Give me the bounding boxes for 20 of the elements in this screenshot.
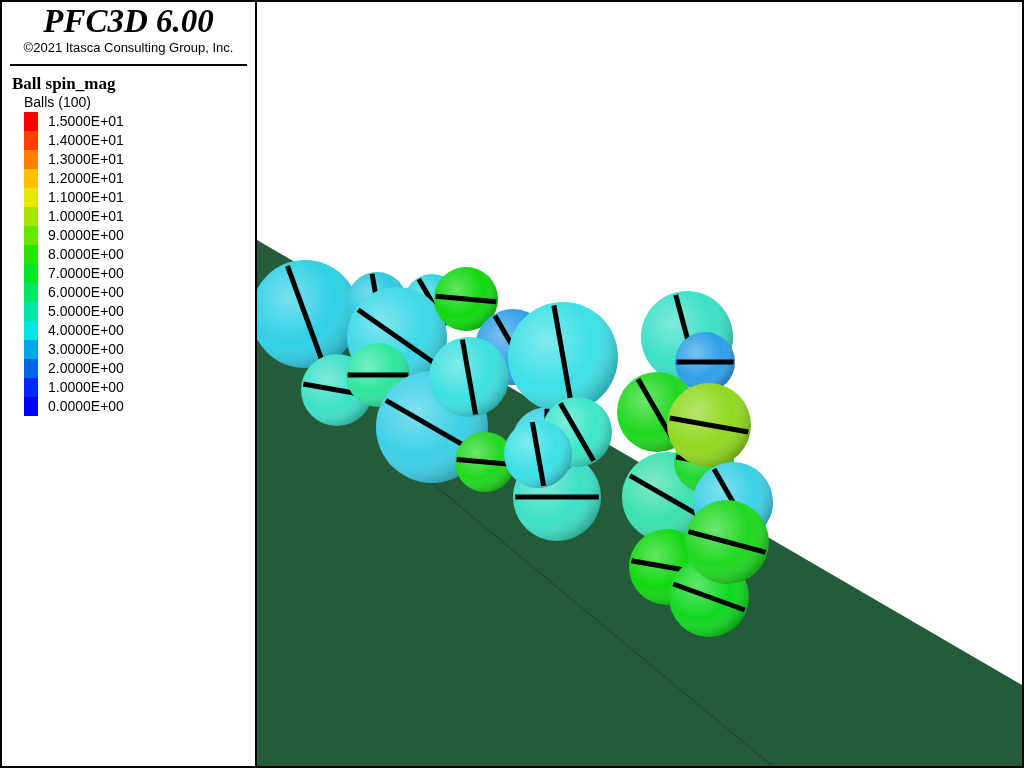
legend-label: 1.4000E+01 xyxy=(48,132,124,149)
legend-label: 9.0000E+00 xyxy=(48,227,124,244)
legend-label: 5.0000E+00 xyxy=(48,303,124,320)
legend-label: 4.0000E+00 xyxy=(48,322,124,339)
legend-label: 1.5000E+01 xyxy=(48,113,124,130)
legend-label: 6.0000E+00 xyxy=(48,284,124,301)
legend-label: 1.2000E+01 xyxy=(48,170,124,187)
legend-label: 2.0000E+00 xyxy=(48,360,124,377)
legend-label: 0.0000E+00 xyxy=(48,398,124,415)
legend-title: Ball spin_mag xyxy=(12,74,117,94)
legend-label: 1.3000E+01 xyxy=(48,151,124,168)
legend-subtitle: Balls (100) xyxy=(24,94,92,111)
legend-label: 7.0000E+00 xyxy=(48,265,124,282)
legend-label: 1.1000E+01 xyxy=(48,189,124,206)
app-title: PFC3D 6.00 xyxy=(42,2,215,40)
legend-label: 8.0000E+00 xyxy=(48,246,124,263)
legend-label: 1.0000E+00 xyxy=(48,379,124,396)
legend-label: 3.0000E+00 xyxy=(48,341,124,358)
legend-label: 1.0000E+01 xyxy=(48,208,124,225)
copyright-text: ©2021 Itasca Consulting Group, Inc. xyxy=(22,40,235,56)
